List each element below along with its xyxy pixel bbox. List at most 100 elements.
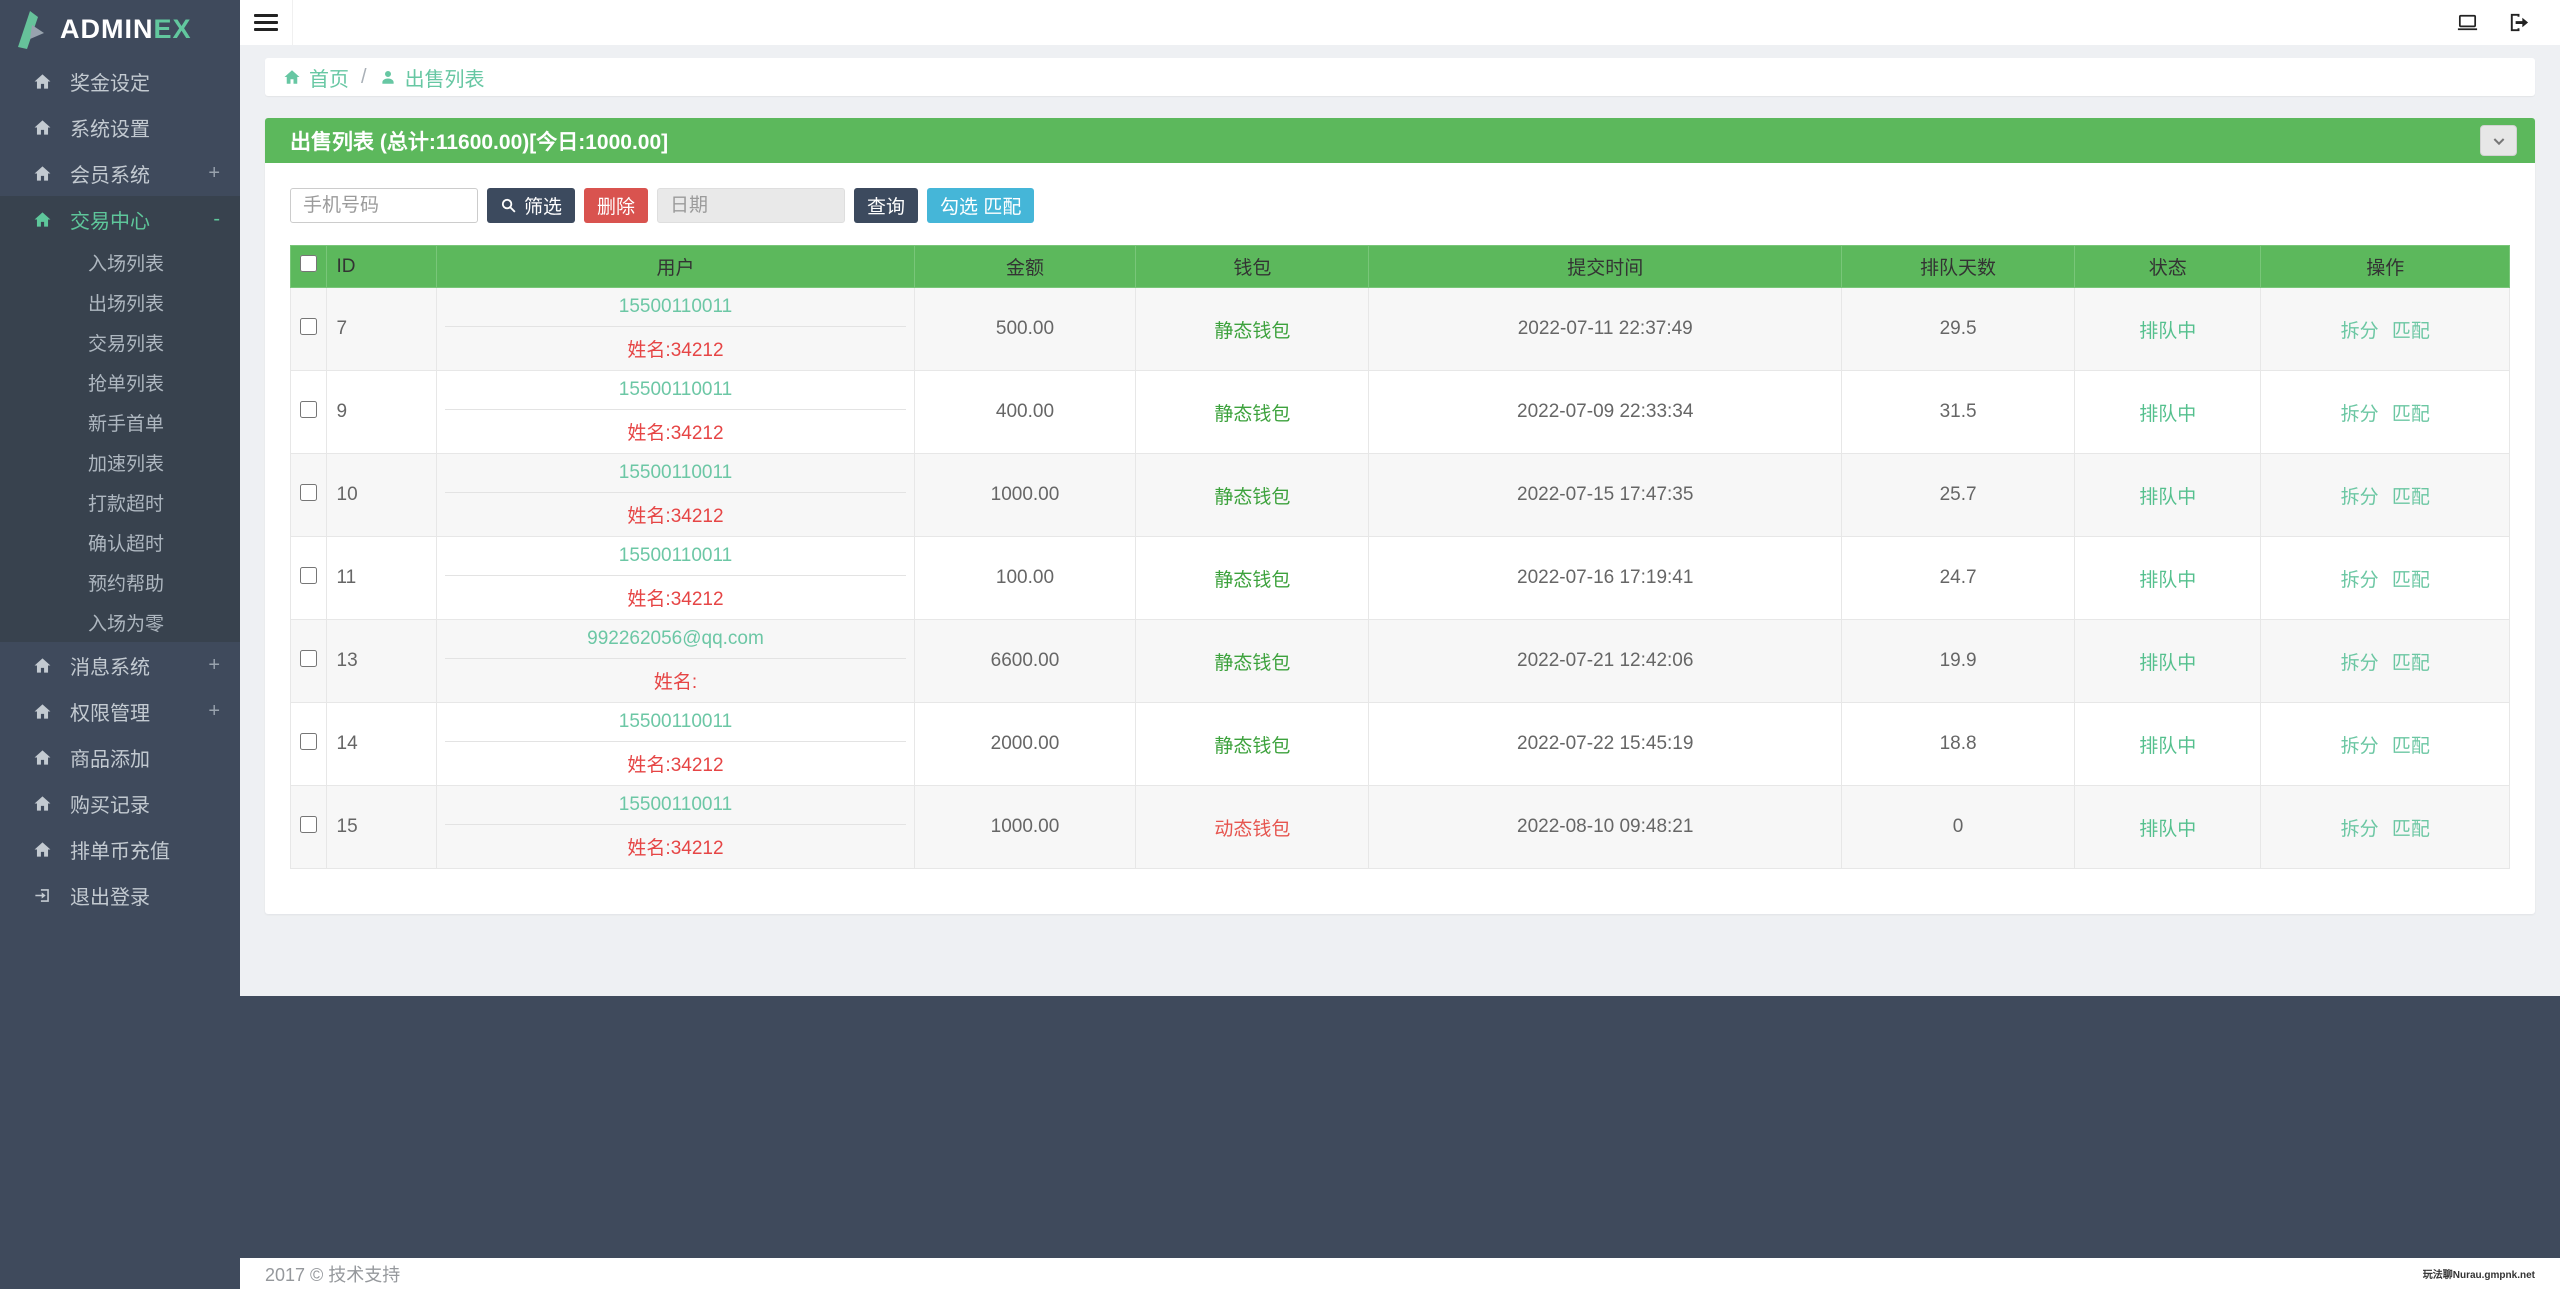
cell-actions: 拆分 匹配 (2260, 370, 2510, 454)
home-icon (34, 119, 51, 135)
match-link[interactable]: 匹配 (2392, 321, 2430, 342)
logout-icon[interactable] (2507, 11, 2530, 34)
match-link[interactable]: 匹配 (2392, 653, 2430, 674)
header-wallet: 钱包 (1135, 245, 1370, 288)
sidebar-item-member-system[interactable]: 会员系统 + (0, 150, 240, 196)
user-link[interactable]: 15500110011 (619, 711, 732, 732)
query-button[interactable]: 查询 (854, 188, 919, 223)
match-link[interactable]: 匹配 (2392, 819, 2430, 840)
split-link[interactable]: 拆分 (2341, 819, 2379, 840)
delete-button[interactable]: 删除 (584, 188, 649, 223)
sidebar-subitem-confirm-timeout[interactable]: 确认超时 (0, 522, 240, 562)
split-link[interactable]: 拆分 (2341, 736, 2379, 757)
cell-user: 15500110011 姓名:34212 (436, 702, 915, 786)
row-checkbox[interactable] (299, 483, 317, 501)
row-checkbox[interactable] (299, 400, 317, 418)
row-checkbox[interactable] (299, 815, 317, 833)
sidebar-item-label: 会员系统 (70, 164, 150, 187)
sidebar-item-product-add[interactable]: 商品添加 (0, 734, 240, 780)
row-checkbox[interactable] (299, 566, 317, 584)
breadcrumb-home-link[interactable]: 首页 (283, 63, 349, 92)
match-link[interactable]: 匹配 (2392, 570, 2430, 591)
fullscreen-laptop-icon[interactable] (2456, 11, 2479, 34)
sidebar-item-label: 奖金设定 (70, 72, 150, 95)
expand-plus-icon: + (208, 653, 220, 676)
sidebar-item-message-system[interactable]: 消息系统 + (0, 642, 240, 688)
check-match-button[interactable]: 勾选 匹配 (927, 188, 1035, 223)
sidebar-subitem-reserve-help[interactable]: 预约帮助 (0, 562, 240, 602)
sidebar-toggle-button[interactable] (240, 0, 293, 45)
cell-submit-time: 2022-07-09 22:33:34 (1368, 370, 1843, 454)
sign-out-icon (35, 888, 49, 902)
sidebar-item-logout[interactable]: 退出登录 (0, 872, 240, 918)
wallet-type: 静态钱包 (1214, 735, 1291, 757)
sidebar-subitem-label: 入场为零 (88, 613, 165, 635)
sidebar-item-purchase-records[interactable]: 购买记录 (0, 780, 240, 826)
row-checkbox[interactable] (299, 317, 317, 335)
sidebar-item-label: 系统设置 (70, 118, 150, 141)
sidebar-subitem-label: 打款超时 (88, 493, 165, 515)
sidebar-item-label: 消息系统 (70, 656, 150, 679)
cell-user: 992262056@qq.com 姓名: (436, 619, 915, 703)
breadcrumb-separator: / (361, 65, 367, 88)
sidebar-subitem-label: 新手首单 (88, 413, 165, 435)
sidebar-subitem-grab-list[interactable]: 抢单列表 (0, 362, 240, 402)
select-all-checkbox[interactable] (299, 255, 317, 272)
user-real-name: 姓名: (653, 672, 698, 693)
date-input[interactable] (657, 188, 846, 223)
split-link[interactable]: 拆分 (2341, 487, 2379, 508)
breadcrumb-current[interactable]: 出售列表 (379, 63, 485, 92)
row-checkbox[interactable] (299, 649, 317, 667)
brand-logo: ADMINEX (0, 0, 240, 58)
user-real-name: 姓名:34212 (627, 589, 724, 610)
sidebar-item-label: 购买记录 (70, 794, 150, 817)
row-checkbox[interactable] (299, 732, 317, 750)
brand-logo-icon (18, 11, 44, 49)
user-link[interactable]: 992262056@qq.com (587, 628, 764, 649)
status-badge: 排队中 (2139, 818, 2197, 840)
sidebar-subitem-payment-timeout[interactable]: 打款超时 (0, 482, 240, 522)
cell-id: 15 (325, 785, 438, 869)
sidebar-subitem-exit-list[interactable]: 出场列表 (0, 282, 240, 322)
sidebar-item-system-settings[interactable]: 系统设置 (0, 104, 240, 150)
panel-collapse-button[interactable] (2480, 125, 2517, 156)
user-link[interactable]: 15500110011 (619, 462, 732, 483)
query-button-label: 查询 (867, 197, 906, 218)
table-row: 13 992262056@qq.com 姓名: 6600.00 静态钱包 202… (290, 619, 2510, 703)
phone-number-input[interactable] (290, 188, 478, 223)
sidebar-subitem-entry-list[interactable]: 入场列表 (0, 242, 240, 282)
match-link[interactable]: 匹配 (2392, 404, 2430, 425)
sidebar-subitem-accelerate-list[interactable]: 加速列表 (0, 442, 240, 482)
cell-submit-time: 2022-07-21 12:42:06 (1368, 619, 1843, 703)
sidebar-item-trade-center[interactable]: 交易中心 - (0, 196, 240, 242)
sidebar-subitem-entry-zero[interactable]: 入场为零 (0, 602, 240, 642)
header-submit-time: 提交时间 (1368, 245, 1843, 288)
match-link[interactable]: 匹配 (2392, 736, 2430, 757)
cell-actions: 拆分 匹配 (2260, 536, 2510, 620)
user-link[interactable]: 15500110011 (619, 545, 732, 566)
user-link[interactable]: 15500110011 (619, 296, 732, 317)
sidebar-item-permission-management[interactable]: 权限管理 + (0, 688, 240, 734)
cell-user: 15500110011 姓名:34212 (436, 453, 915, 537)
cell-queue-days: 19.9 (1841, 619, 2076, 703)
bottom-dark-area (240, 996, 2560, 1258)
sidebar-subitem-newbie-first-order[interactable]: 新手首单 (0, 402, 240, 442)
cell-actions: 拆分 匹配 (2260, 619, 2510, 703)
match-link[interactable]: 匹配 (2392, 487, 2430, 508)
filter-button[interactable]: 筛选 (487, 188, 576, 223)
sell-list-table-wrap: ID 用户 金额 钱包 提交时间 排队天数 状态 操作 7 1550011001… (290, 245, 2510, 869)
cell-submit-time: 2022-07-11 22:37:49 (1368, 287, 1843, 371)
split-link[interactable]: 拆分 (2341, 570, 2379, 591)
sidebar-subitem-trade-list[interactable]: 交易列表 (0, 322, 240, 362)
sidebar-item-bonus-settings[interactable]: 奖金设定 (0, 58, 240, 104)
split-link[interactable]: 拆分 (2341, 653, 2379, 674)
user-link[interactable]: 15500110011 (619, 794, 732, 815)
status-badge: 排队中 (2139, 652, 2197, 674)
footer-copyright: 2017 © 技术支持 (265, 1264, 401, 1285)
split-link[interactable]: 拆分 (2341, 321, 2379, 342)
user-link[interactable]: 15500110011 (619, 379, 732, 400)
header-status: 状态 (2074, 245, 2262, 288)
brand-logo-text: ADMINEX (60, 13, 192, 44)
split-link[interactable]: 拆分 (2341, 404, 2379, 425)
sidebar-item-queue-coin-recharge[interactable]: 排单币充值 (0, 826, 240, 872)
